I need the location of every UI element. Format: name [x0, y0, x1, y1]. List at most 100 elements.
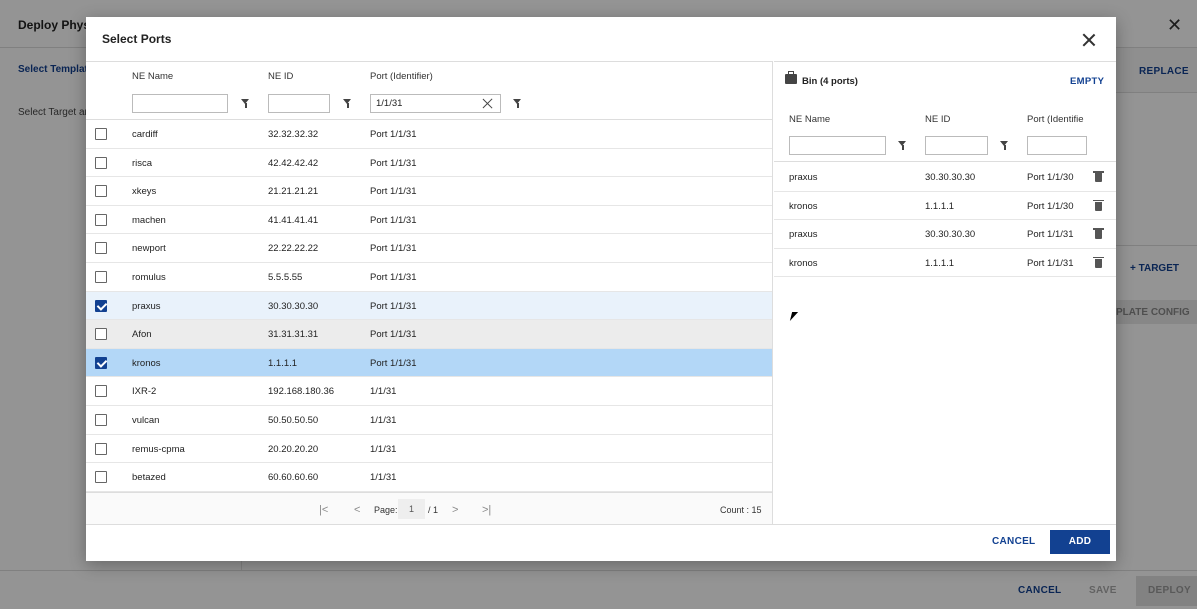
- ne-id-cell: 60.60.60.60: [268, 472, 319, 484]
- table-row[interactable]: Afon 31.31.31.31 Port 1/1/31: [86, 320, 772, 349]
- ne-name-cell: cardiff: [132, 129, 158, 140]
- ne-name-cell: romulus: [132, 271, 166, 283]
- table-row[interactable]: machen 41.41.41.41 Port 1/1/31: [86, 206, 772, 235]
- ne-id-cell: 1.1.1.1: [925, 257, 955, 269]
- table-row[interactable]: risca 42.42.42.42 Port 1/1/31: [86, 149, 772, 178]
- filter-row: [86, 92, 773, 120]
- table-row[interactable]: praxus 30.30.30.30 Port 1/1/31: [86, 291, 772, 321]
- ne-id-cell: 22.22.22.22: [268, 243, 319, 255]
- trash-icon[interactable]: [1093, 199, 1104, 211]
- table-row[interactable]: cardiff 32.32.32.32 Port 1/1/31: [86, 120, 772, 149]
- port-cell: Port 1/1/30: [1027, 172, 1074, 183]
- ne-id-cell: 31.31.31.31: [268, 329, 319, 341]
- port-cell: 1/1/31: [370, 443, 397, 455]
- filter-icon[interactable]: [513, 99, 522, 109]
- ne-id-cell: 20.20.20.20: [268, 443, 319, 455]
- bin-column-header-ne-name[interactable]: NE Name: [789, 114, 830, 125]
- bin-port-filter-input[interactable]: [1027, 136, 1087, 155]
- row-checkbox[interactable]: [95, 299, 107, 312]
- filter-icon[interactable]: [1000, 141, 1009, 151]
- empty-bin-button[interactable]: EMPTY: [1070, 76, 1104, 87]
- ne-name-cell: betazed: [132, 472, 166, 484]
- filter-icon[interactable]: [241, 99, 250, 109]
- dialog-footer: CANCEL ADD: [86, 524, 1116, 561]
- ne-id-cell: 41.41.41.41: [268, 214, 319, 226]
- column-header-ne-name[interactable]: NE Name: [132, 71, 173, 82]
- row-checkbox[interactable]: [95, 128, 107, 140]
- bin-title: Bin (4 ports): [802, 76, 858, 87]
- ne-name-cell: praxus: [789, 172, 818, 183]
- last-page-icon[interactable]: >|: [482, 504, 491, 516]
- bin-ne-id-filter-input[interactable]: [925, 136, 988, 155]
- column-header-port[interactable]: Port (Identifier): [370, 71, 433, 82]
- close-icon[interactable]: [1082, 33, 1096, 47]
- table-body: cardiff 32.32.32.32 Port 1/1/31 risca 42…: [86, 120, 772, 492]
- port-cell: 1/1/31: [370, 472, 397, 484]
- ne-name-cell: machen: [132, 214, 166, 226]
- row-checkbox[interactable]: [95, 242, 107, 255]
- bin-icon: [785, 71, 797, 84]
- first-page-icon[interactable]: |<: [319, 504, 328, 516]
- bin-row: praxus 30.30.30.30 Port 1/1/31: [774, 220, 1116, 249]
- table-row[interactable]: remus-cpma 20.20.20.20 1/1/31: [86, 435, 772, 464]
- ne-name-cell: remus-cpma: [132, 443, 185, 455]
- ne-id-cell: 42.42.42.42: [268, 157, 319, 169]
- row-checkbox[interactable]: [95, 385, 107, 398]
- trash-icon[interactable]: [1093, 256, 1104, 268]
- ne-id-cell: 50.50.50.50: [268, 414, 319, 426]
- table-row[interactable]: romulus 5.5.5.55 Port 1/1/31: [86, 263, 772, 292]
- page-number-input[interactable]: [398, 499, 425, 519]
- table-row[interactable]: xkeys 21.21.21.21 Port 1/1/31: [86, 177, 772, 206]
- port-cell: Port 1/1/31: [370, 357, 417, 369]
- row-checkbox[interactable]: [95, 156, 107, 169]
- table-row[interactable]: newport 22.22.22.22 Port 1/1/31: [86, 234, 772, 263]
- bin-row: praxus 30.30.30.30 Port 1/1/30: [774, 163, 1116, 192]
- port-cell: 1/1/31: [370, 386, 397, 398]
- pagination-bar: |< < Page: / 1 > >| Count : 15: [86, 492, 772, 525]
- bin-ne-name-filter-input[interactable]: [789, 136, 886, 155]
- ne-name-cell: kronos: [132, 357, 161, 369]
- filter-icon[interactable]: [343, 99, 352, 109]
- row-checkbox[interactable]: [95, 442, 107, 455]
- port-cell: Port 1/1/31: [370, 243, 417, 255]
- trash-icon[interactable]: [1093, 228, 1104, 240]
- clear-icon[interactable]: [482, 98, 493, 109]
- bin-column-header-port[interactable]: Port (Identifie: [1027, 114, 1084, 125]
- bin-column-header-ne-id[interactable]: NE ID: [925, 114, 950, 125]
- ne-id-cell: 5.5.5.55: [268, 271, 303, 283]
- port-cell: Port 1/1/31: [370, 214, 417, 226]
- table-row[interactable]: kronos 1.1.1.1 Port 1/1/31: [86, 348, 772, 378]
- row-checkbox[interactable]: [95, 270, 107, 283]
- row-checkbox[interactable]: [95, 213, 107, 226]
- port-cell: Port 1/1/30: [1027, 200, 1074, 212]
- port-cell: 1/1/31: [370, 414, 397, 426]
- page-total: / 1: [428, 505, 439, 515]
- port-cell: Port 1/1/31: [1027, 229, 1074, 241]
- row-checkbox[interactable]: [95, 471, 107, 484]
- ne-name-filter-input[interactable]: [132, 94, 228, 113]
- bin-row: kronos 1.1.1.1 Port 1/1/30: [774, 192, 1116, 221]
- filter-icon[interactable]: [898, 141, 907, 151]
- column-header-ne-id[interactable]: NE ID: [268, 71, 293, 82]
- ne-name-cell: kronos: [789, 200, 818, 212]
- row-checkbox[interactable]: [95, 356, 107, 369]
- ne-id-cell: 1.1.1.1: [925, 200, 955, 212]
- next-page-icon[interactable]: >: [452, 504, 458, 516]
- trash-icon[interactable]: [1093, 171, 1104, 182]
- ne-id-cell: 1.1.1.1: [268, 357, 298, 369]
- ne-name-cell: IXR-2: [132, 386, 157, 398]
- ports-table: NE Name NE ID Port (Identifier) cardiff …: [86, 61, 773, 525]
- row-checkbox[interactable]: [95, 328, 107, 341]
- table-row[interactable]: IXR-2 192.168.180.36 1/1/31: [86, 377, 772, 406]
- port-cell: Port 1/1/31: [370, 271, 417, 283]
- port-cell: Port 1/1/31: [370, 129, 417, 140]
- cancel-button[interactable]: CANCEL: [992, 536, 1035, 547]
- ne-id-filter-input[interactable]: [268, 94, 330, 113]
- table-row[interactable]: vulcan 50.50.50.50 1/1/31: [86, 406, 772, 435]
- table-row[interactable]: betazed 60.60.60.60 1/1/31: [86, 463, 772, 492]
- add-button[interactable]: ADD: [1050, 530, 1110, 554]
- row-checkbox[interactable]: [95, 413, 107, 426]
- ne-id-cell: 192.168.180.36: [268, 386, 335, 398]
- row-checkbox[interactable]: [95, 185, 107, 198]
- previous-page-icon[interactable]: <: [354, 504, 360, 516]
